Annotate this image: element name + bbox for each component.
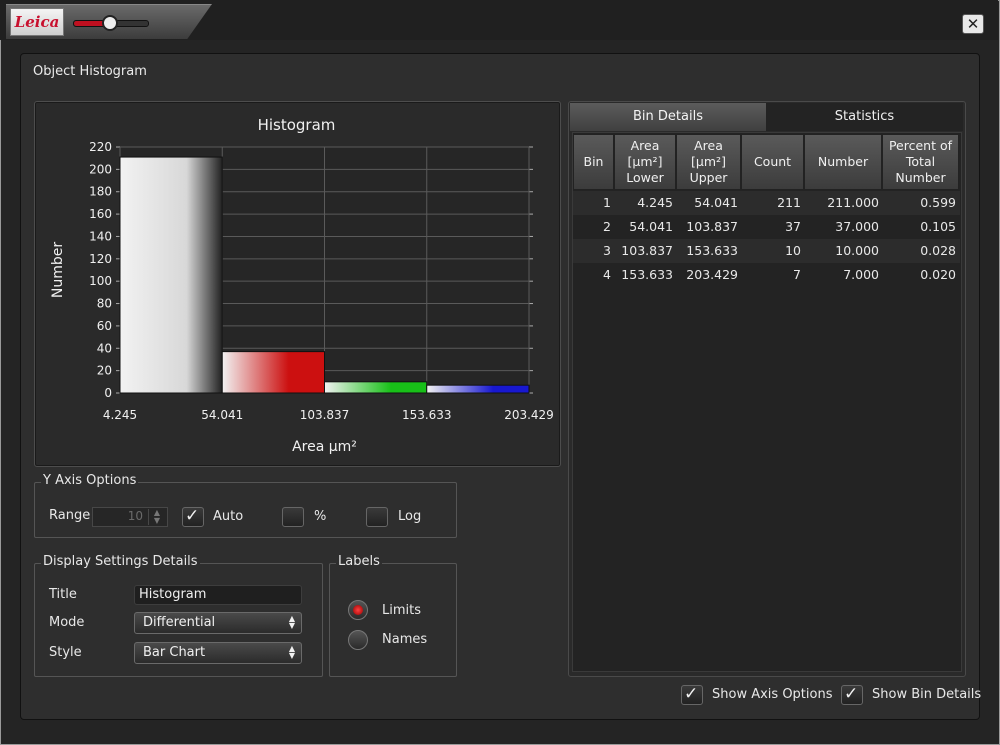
y-tick-label: 160 (89, 207, 112, 221)
table-cell: 7.000 (843, 267, 879, 282)
y-tick-label: 100 (89, 274, 112, 288)
x-tick-label: 103.837 (300, 408, 350, 422)
table-cell: 211 (777, 195, 801, 210)
table-cell: 37.000 (835, 219, 879, 234)
mode-label: Mode (49, 615, 85, 630)
column-header-count[interactable]: Count (741, 134, 804, 190)
limits-label: Limits (382, 603, 421, 618)
table-cell: 0.028 (920, 243, 956, 258)
percent-label: % (314, 509, 327, 524)
tab-statistics[interactable]: Statistics (766, 103, 963, 131)
table-cell: 153.633 (621, 267, 673, 282)
names-label: Names (382, 632, 428, 647)
y-tick-label: 180 (89, 185, 112, 199)
table-cell: 1 (603, 195, 611, 210)
table-cell: 0.105 (920, 219, 956, 234)
updown-arrow-icon: ▲ ▼ (288, 614, 295, 630)
style-label: Style (49, 645, 82, 660)
close-icon: ✕ (966, 15, 980, 33)
y-tick-label: 60 (97, 319, 112, 333)
table-cell: 3 (603, 243, 611, 258)
table-cell: 7 (793, 267, 801, 282)
leica-logo: Leica (10, 8, 64, 36)
spin-arrows-icon[interactable]: ▲ ▼ (148, 509, 165, 525)
column-header-area-lower[interactable]: Area [µm²] Lower (614, 134, 676, 190)
limits-radio[interactable] (348, 600, 368, 620)
table-cell: 4 (603, 267, 611, 282)
style-select[interactable]: Bar Chart ▲ ▼ (134, 642, 302, 664)
names-radio[interactable] (348, 630, 368, 650)
histogram-bar (426, 384, 530, 394)
x-tick-label: 153.633 (402, 408, 452, 422)
table-cell: 37 (785, 219, 801, 234)
histogram-bar (221, 351, 325, 394)
table-cell: 2 (603, 219, 611, 234)
range-value: 10 (127, 509, 143, 523)
y-tick-label: 200 (89, 162, 112, 176)
table-cell: 54.041 (629, 219, 673, 234)
y-tick-label: 120 (89, 252, 112, 266)
y-tick-label: 220 (89, 140, 112, 154)
histogram-chart: 0 20 40 60 80 100 120 140 160 180 200 220 4.245 54.04… (50, 140, 554, 455)
panel-title: Object Histogram (33, 64, 147, 79)
title-input[interactable]: Histogram (134, 585, 302, 605)
zoom-slider-thumb[interactable] (102, 15, 118, 31)
column-header-number[interactable]: Number (804, 134, 882, 190)
percent-checkbox[interactable] (282, 507, 304, 527)
column-header-area-upper[interactable]: Area [µm²] Upper (676, 134, 741, 190)
column-header-bin[interactable]: Bin (573, 134, 614, 190)
range-spinbox[interactable]: 10 ▲ ▼ (92, 507, 168, 527)
table-row[interactable]: 4 153.633 203.429 7 7.000 0.020 (573, 263, 960, 287)
log-checkbox[interactable] (366, 507, 388, 527)
table-cell: 0.020 (920, 267, 956, 282)
tab-bin-details[interactable]: Bin Details (570, 103, 766, 131)
title-label: Title (49, 587, 77, 602)
x-tick-label: 203.429 (504, 408, 554, 422)
mode-select[interactable]: Differential ▲ ▼ (134, 612, 302, 634)
y-tick-label: 40 (97, 341, 112, 355)
range-label: Range (49, 508, 91, 523)
show-bin-details-checkbox[interactable] (841, 684, 863, 705)
table-cell: 0.599 (920, 195, 956, 210)
table-cell: 203.429 (686, 267, 738, 282)
show-axis-options-label: Show Axis Options (712, 687, 833, 702)
table-row[interactable]: 2 54.041 103.837 37 37.000 0.105 (573, 215, 960, 239)
table-row[interactable]: 1 4.245 54.041 211 211.000 0.599 (573, 191, 960, 215)
style-value: Bar Chart (143, 645, 206, 660)
labels-group-label: Labels (336, 554, 382, 569)
auto-checkbox[interactable] (182, 506, 204, 527)
table-cell: 103.837 (621, 243, 673, 258)
close-button[interactable]: ✕ (962, 14, 984, 34)
y-tick-label: 0 (104, 386, 112, 400)
x-axis-label: Area µm² (292, 439, 357, 455)
y-axis-label: Number (50, 242, 66, 298)
show-axis-options-checkbox[interactable] (681, 684, 703, 705)
histogram-bar (324, 381, 428, 394)
column-header-percent[interactable]: Percent of Total Number (882, 134, 959, 190)
histogram-bar (119, 156, 223, 394)
table-cell: 10 (785, 243, 801, 258)
logo-text: Leica (14, 13, 60, 31)
table-cell: 54.041 (694, 195, 738, 210)
updown-arrow-icon: ▲ ▼ (288, 644, 295, 660)
y-tick-label: 140 (89, 229, 112, 243)
y-tick-label: 20 (97, 364, 112, 378)
y-tick-label: 80 (97, 297, 112, 311)
x-tick-label: 54.041 (201, 408, 243, 422)
labels-group (329, 563, 457, 677)
table-cell: 211.000 (827, 195, 879, 210)
show-bin-details-label: Show Bin Details (872, 687, 982, 702)
auto-label: Auto (213, 509, 244, 524)
table-cell: 153.633 (686, 243, 738, 258)
x-tick-label: 4.245 (103, 408, 137, 422)
table-cell: 4.245 (637, 195, 673, 210)
mode-value: Differential (143, 615, 216, 630)
table-cell: 103.837 (686, 219, 738, 234)
table-row[interactable]: 3 103.837 153.633 10 10.000 0.028 (573, 239, 960, 263)
y-axis-options-label: Y Axis Options (41, 473, 139, 488)
log-label: Log (398, 509, 422, 524)
table-cell: 10.000 (835, 243, 879, 258)
display-settings-label: Display Settings Details (41, 554, 200, 569)
